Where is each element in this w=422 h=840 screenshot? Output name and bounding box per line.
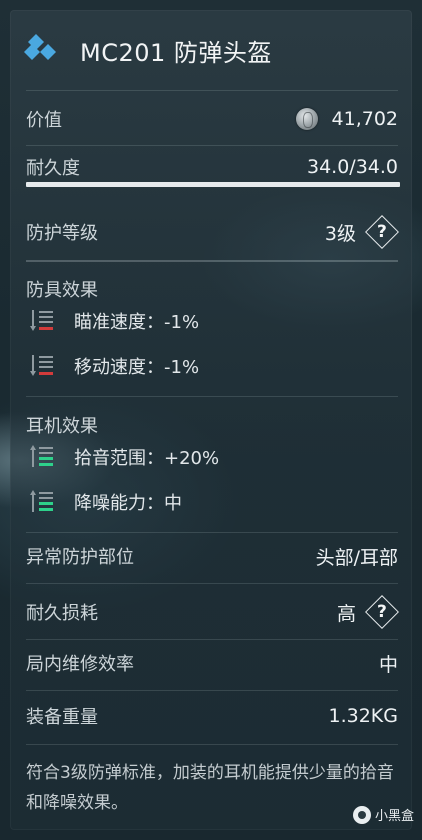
item-title: MC201 防弹头盔: [80, 38, 272, 67]
silver-coin-icon: [295, 108, 318, 130]
headset-effect-noise: 降噪能力：中: [30, 489, 182, 515]
weight-label: 装备重量: [26, 707, 98, 728]
divider: [26, 639, 398, 640]
watermark-text: 小黑盒: [374, 809, 414, 824]
title-row: MC201 防弹头盔: [22, 28, 272, 72]
item-tooltip-card: MC201 防弹头盔 价值 41,702 耐久度 34.0/34.0 防护等级 …: [0, 0, 422, 840]
repair-value: 中: [378, 653, 398, 676]
wear-label: 耐久损耗: [26, 603, 98, 624]
armor-effect-move: 移动速度：-1%: [30, 353, 199, 379]
armor-diamond-icon: [24, 34, 56, 60]
abnormal-value: 头部/耳部: [315, 546, 398, 569]
divider: [26, 583, 398, 584]
armor-effects-title: 防具效果: [26, 280, 98, 301]
wear-help-icon[interactable]: ?: [365, 595, 399, 629]
divider: [26, 396, 398, 397]
repair-label: 局内维修效率: [26, 654, 134, 675]
wear-value: 高: [336, 602, 356, 625]
divider: [26, 145, 398, 146]
stat-up-icon: [30, 490, 53, 512]
headset-effect-label: 降噪能力：中: [74, 493, 182, 514]
durability-bar-fill: [26, 182, 400, 187]
divider: [26, 744, 398, 745]
divider: [26, 532, 398, 533]
stat-up-icon: [30, 445, 53, 467]
value-amount: 41,702: [331, 108, 398, 130]
armor-effect-label: 瞄准速度：-1%: [74, 312, 200, 333]
protection-value: 3级: [324, 222, 356, 245]
durability-value: 34.0/34.0: [306, 156, 398, 178]
divider: [26, 260, 398, 262]
weight-row: 装备重量 1.32KG: [26, 701, 398, 731]
durability-bar: [26, 182, 400, 187]
weight-value: 1.32KG: [328, 705, 399, 727]
durability-row: 耐久度 34.0/34.0: [26, 152, 398, 182]
divider: [26, 90, 398, 91]
protection-row: 防护等级 3级 ?: [26, 215, 399, 249]
headset-effect-pickup: 拾音范围：+20%: [30, 444, 219, 470]
abnormal-protection-row: 异常防护部位 头部/耳部: [26, 541, 398, 571]
armor-effect-label: 移动速度：-1%: [74, 357, 200, 378]
headset-effect-label: 拾音范围：+20%: [74, 448, 220, 469]
stat-down-icon: [30, 310, 53, 331]
abnormal-label: 异常防护部位: [26, 547, 134, 568]
repair-row: 局内维修效率 中: [26, 648, 398, 678]
item-description: 符合3级防弹标准，加装的耳机能提供少量的拾音和降噪效果。: [26, 763, 394, 813]
value-row: 价值 41,702: [26, 104, 398, 134]
stat-down-icon: [30, 355, 53, 376]
wear-row: 耐久损耗 高 ?: [26, 595, 399, 629]
divider: [26, 690, 398, 691]
protection-help-icon[interactable]: ?: [365, 215, 399, 249]
armor-effect-aim: 瞄准速度：-1%: [30, 308, 199, 334]
durability-label: 耐久度: [26, 158, 80, 179]
watermark-logo-icon: [352, 805, 371, 824]
protection-label: 防护等级: [26, 223, 98, 244]
value-label: 价值: [26, 110, 62, 131]
headset-effects-title: 耳机效果: [26, 416, 98, 437]
watermark: 小黑盒: [352, 805, 414, 824]
